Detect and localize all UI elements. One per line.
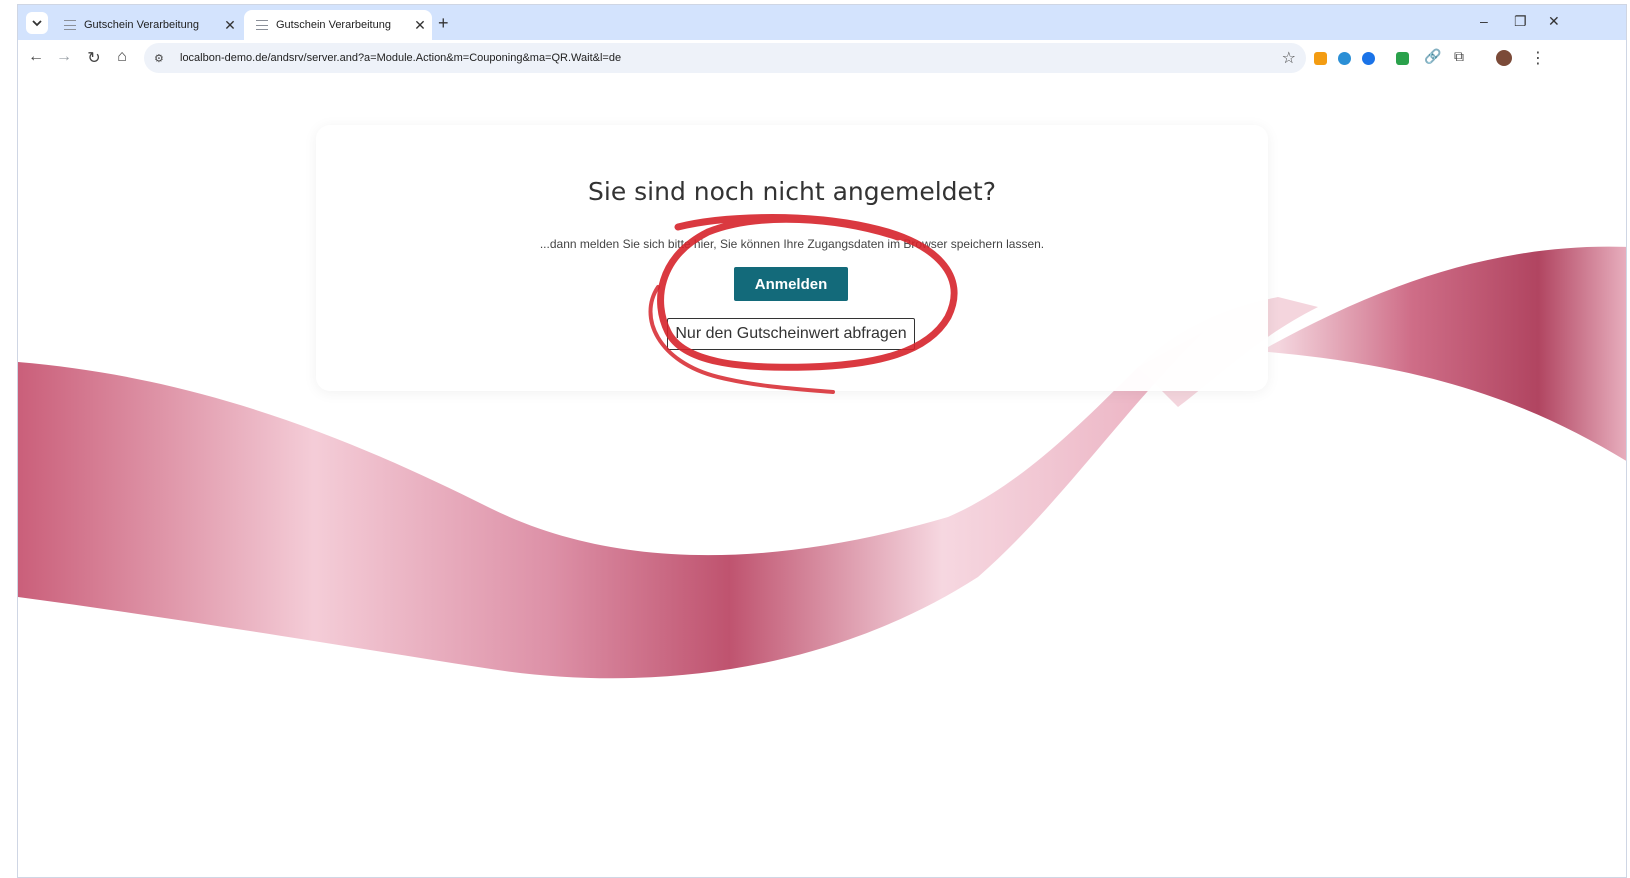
page-viewport: Sie sind noch nicht angemeldet? ...dann …: [18, 77, 1626, 877]
minimize-icon[interactable]: –: [1480, 13, 1488, 29]
new-tab-button[interactable]: +: [438, 13, 449, 34]
blue-extension-icon[interactable]: [1362, 52, 1375, 65]
tab-strip: Gutschein Verarbeitung ✕ Gutschein Verar…: [18, 5, 1626, 40]
extensions-puzzle-icon[interactable]: ⧉: [1454, 48, 1464, 64]
forward-icon[interactable]: →: [54, 48, 74, 66]
close-icon[interactable]: ✕: [218, 17, 242, 34]
restore-icon[interactable]: ❐: [1514, 13, 1527, 30]
menu-kebab-icon[interactable]: ⋮: [1530, 48, 1546, 68]
browser-toolbar: ← → ↻ ⌂ ⚙ localbon-demo.de/andsrv/server…: [18, 40, 1626, 78]
site-info-icon[interactable]: ⚙: [154, 52, 172, 65]
browser-tab[interactable]: Gutschein Verarbeitung ✕: [52, 10, 242, 40]
close-icon[interactable]: ✕: [408, 17, 432, 34]
window-close-icon[interactable]: ✕: [1548, 13, 1560, 30]
tab-search-button[interactable]: [26, 12, 48, 34]
check-voucher-value-button[interactable]: Nur den Gutscheinwert abfragen: [667, 318, 915, 350]
page-icon: [256, 20, 268, 30]
chevron-down-icon: [32, 20, 42, 27]
bookmark-star-icon[interactable]: ☆: [1282, 48, 1296, 68]
rss-extension-icon[interactable]: [1314, 52, 1327, 65]
page-icon: [64, 20, 76, 30]
address-bar[interactable]: ⚙ localbon-demo.de/andsrv/server.and?a=M…: [144, 43, 1306, 73]
login-card: Sie sind noch nicht angemeldet? ...dann …: [316, 125, 1268, 391]
login-hint-text: ...dann melden Sie sich bitte hier, Sie …: [539, 237, 1045, 251]
browser-window: Gutschein Verarbeitung ✕ Gutschein Verar…: [17, 4, 1627, 878]
login-button[interactable]: Anmelden: [734, 267, 848, 301]
tab-title: Gutschein Verarbeitung: [276, 19, 391, 31]
page-title: Sie sind noch nicht angemeldet?: [588, 177, 996, 206]
home-icon[interactable]: ⌂: [112, 48, 132, 66]
green-extension-icon[interactable]: [1396, 52, 1409, 65]
link-extension-icon[interactable]: 🔗: [1424, 48, 1441, 64]
reload-icon[interactable]: ↻: [84, 48, 104, 68]
cloud-extension-icon[interactable]: [1338, 52, 1351, 65]
back-icon[interactable]: ←: [26, 48, 46, 66]
profile-avatar[interactable]: [1496, 50, 1512, 66]
url-text[interactable]: localbon-demo.de/andsrv/server.and?a=Mod…: [180, 52, 621, 64]
tab-title: Gutschein Verarbeitung: [84, 19, 199, 31]
browser-tab-active[interactable]: Gutschein Verarbeitung ✕: [244, 10, 432, 40]
